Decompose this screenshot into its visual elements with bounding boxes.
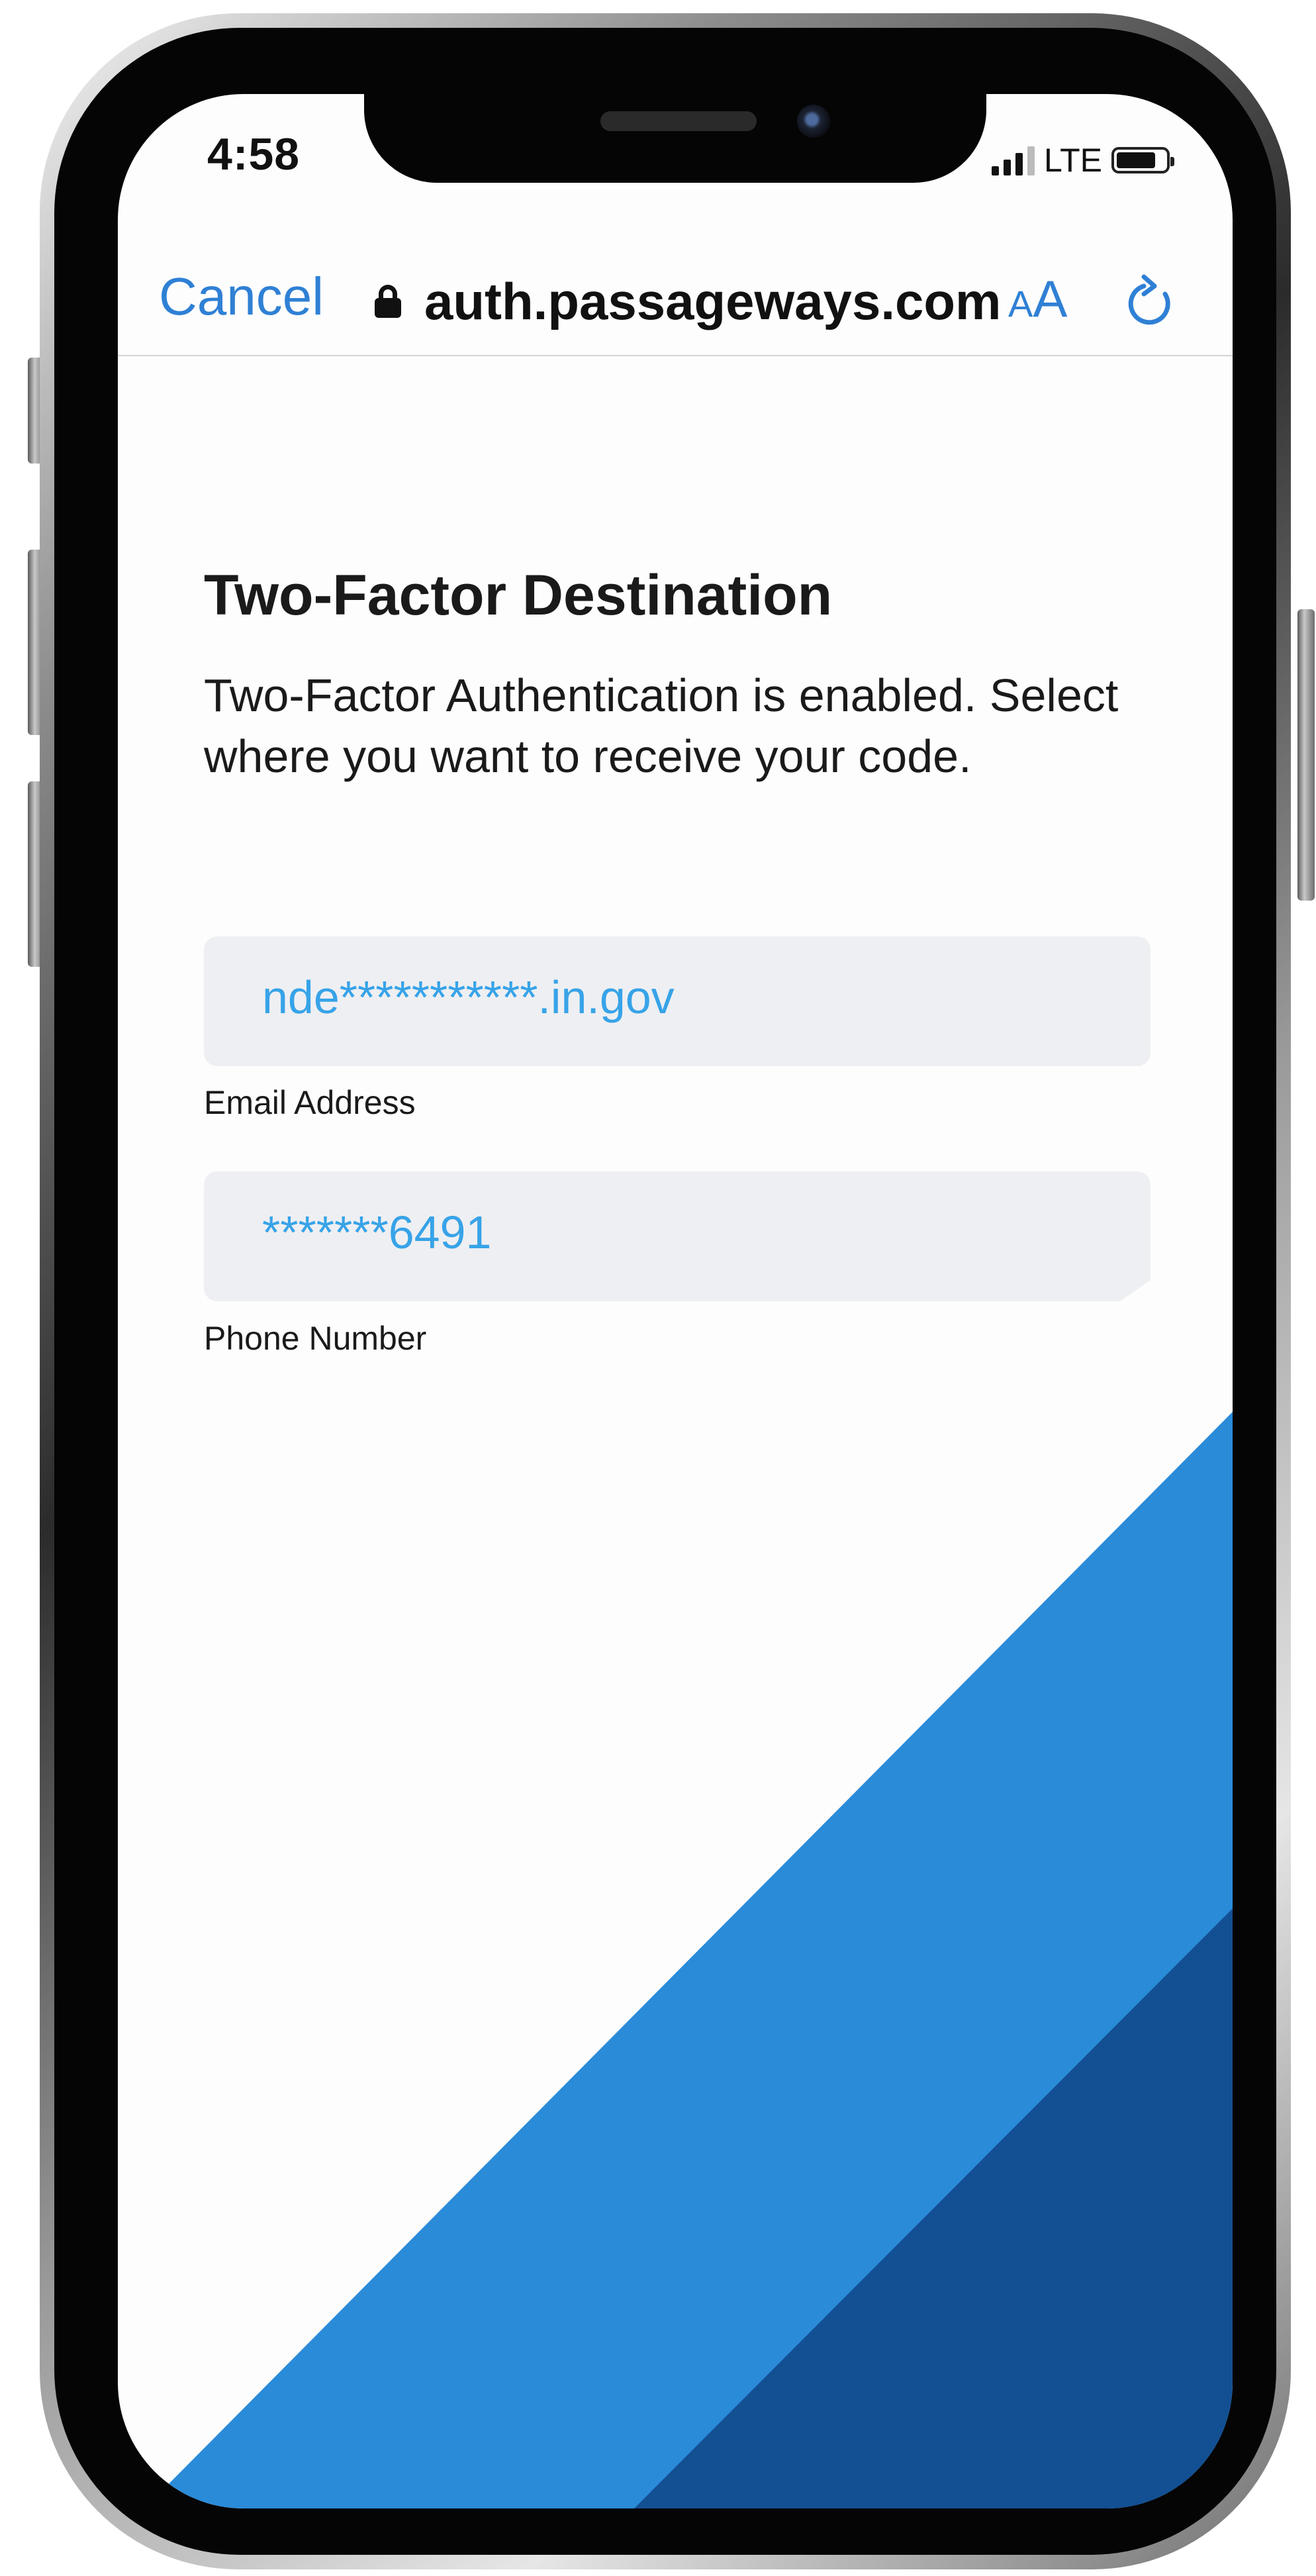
notch [364, 94, 986, 183]
battery-icon [1111, 147, 1174, 173]
phone-screen: 4:58 LTE Cancel auth.passageways.com AA … [118, 94, 1233, 2508]
background-decoration [144, 1412, 1233, 2508]
phone-destination-value: *******6491 [262, 1207, 492, 1258]
power-button [1297, 609, 1315, 901]
email-destination-option[interactable]: nde***********.in.gov [204, 936, 1151, 1066]
lock-icon [375, 285, 401, 318]
network-type: LTE [1044, 142, 1102, 179]
email-destination-value: nde***********.in.gov [262, 971, 675, 1023]
text-size-large-glyph: A [1033, 270, 1068, 328]
text-size-small-glyph: A [1008, 283, 1033, 324]
phone-destination-label: Phone Number [204, 1320, 427, 1357]
reload-icon[interactable] [1124, 274, 1181, 331]
status-time: 4:58 [207, 129, 301, 179]
front-camera [797, 105, 830, 138]
earpiece-speaker [600, 111, 757, 131]
email-destination-label: Email Address [204, 1084, 416, 1121]
url-display[interactable]: auth.passageways.com [424, 272, 1001, 332]
status-indicators: LTE [992, 140, 1174, 180]
cancel-button[interactable]: Cancel [159, 266, 324, 327]
browser-toolbar: Cancel auth.passageways.com AA [118, 240, 1233, 356]
page-description: Two-Factor Authentication is enabled. Se… [204, 669, 1119, 782]
text-size-button[interactable]: AA [1008, 269, 1067, 329]
phone-destination-option[interactable]: *******6491 [204, 1171, 1151, 1301]
page-title: Two-Factor Destination [204, 564, 833, 627]
signal-icon [992, 145, 1035, 175]
